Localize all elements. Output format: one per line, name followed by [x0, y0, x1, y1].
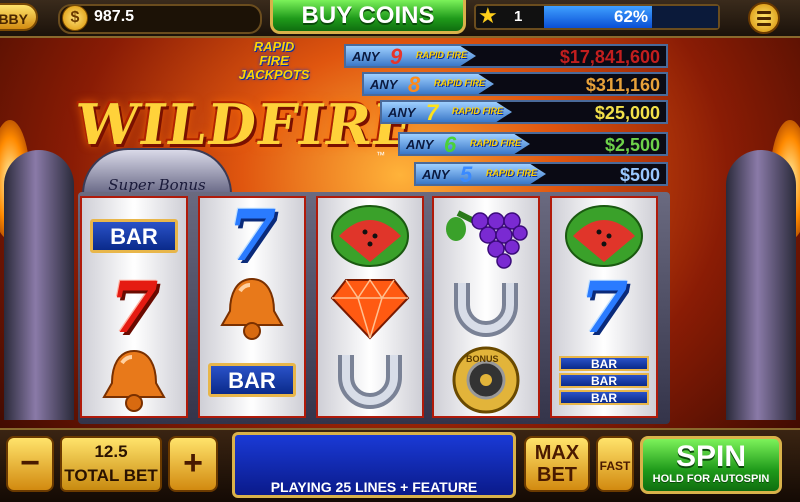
- bar-label: BAR: [559, 355, 649, 371]
- star-icon: ★: [478, 3, 498, 28]
- lines-message: PLAYING 25 LINES + FEATURE: [270, 479, 478, 495]
- lobby-button[interactable]: BBY: [0, 3, 38, 31]
- seven-glyph: 7: [227, 194, 277, 277]
- seven-glyph: 7: [579, 266, 629, 349]
- max-bet-button[interactable]: MAX BET: [524, 436, 590, 492]
- jackpot-amount: $2,500: [604, 135, 660, 155]
- total-bet-value: 12.5: [94, 442, 128, 461]
- jackpot-count: 8: [408, 72, 421, 97]
- max-bet-label-line1: MAX: [534, 442, 580, 464]
- coin-icon: $: [62, 5, 88, 31]
- total-bet-label: TOTAL BET: [64, 466, 158, 485]
- hamburger-icon-line: [757, 11, 771, 14]
- jackpot-tag: ANY 9 RAPID FIRE: [346, 46, 476, 66]
- coin-balance: 987.5: [94, 8, 135, 25]
- jackpot-amount: $17,841,600: [559, 47, 660, 67]
- watermelon-symbol: [552, 200, 656, 272]
- reel: 7 BAR BAR BAR: [550, 196, 658, 418]
- jackpot-count: 6: [444, 132, 457, 157]
- horseshoe-symbol: [318, 344, 422, 416]
- autospin-hint: HOLD FOR AUTOSPIN: [652, 473, 770, 485]
- jackpot-row: ANY 6 RAPID FIRE $2,500: [398, 132, 668, 156]
- bar-label: BAR: [208, 363, 296, 397]
- reel: 7 BAR: [198, 196, 306, 418]
- jackpot-count: 5: [460, 162, 473, 187]
- jackpot-row: ANY 5 RAPID FIRE $500: [414, 162, 668, 186]
- jackpot-rf-label: RAPID FIRE: [452, 106, 504, 116]
- jackpot-any-label: ANY: [352, 49, 380, 64]
- red-seven-symbol: 7: [82, 272, 186, 344]
- bonus-label: BONUS: [466, 354, 499, 364]
- left-pillar-decoration: [4, 150, 74, 420]
- logo-line: FIRE: [259, 53, 289, 68]
- bar-symbol: BAR: [82, 200, 186, 272]
- jackpot-rf-label: RAPID FIRE: [486, 168, 538, 178]
- message-panel: PLAYING 25 LINES + FEATURE: [232, 432, 516, 498]
- reel: BAR 7: [80, 196, 188, 418]
- right-pillar-decoration: [726, 150, 796, 420]
- logo-line: RAPID: [253, 39, 295, 54]
- blue-seven-symbol: 7: [552, 272, 656, 344]
- coin-balance-box: [58, 4, 262, 34]
- jackpot-amount: $25,000: [594, 103, 660, 123]
- jackpot-any-label: ANY: [422, 167, 450, 182]
- jackpot-amount: $311,160: [585, 75, 660, 95]
- jackpot-tag: ANY 6 RAPID FIRE: [400, 134, 530, 154]
- total-bet-box: 12.5 TOTAL BET: [60, 436, 162, 492]
- jackpot-tag: ANY 5 RAPID FIRE: [416, 164, 546, 184]
- diamond-symbol: [318, 272, 422, 344]
- fast-button[interactable]: FAST: [596, 436, 634, 492]
- jackpot-rf-label: RAPID FIRE: [470, 138, 522, 148]
- bar-label: BAR: [559, 389, 649, 405]
- reel: [316, 196, 424, 418]
- bar-label: BAR: [90, 219, 178, 253]
- jackpot-row: ANY 8 RAPID FIRE $311,160: [362, 72, 668, 96]
- spin-button[interactable]: SPIN HOLD FOR AUTOSPIN: [640, 436, 782, 494]
- jackpot-any-label: ANY: [388, 105, 416, 120]
- xp-progress-bar: 62%: [544, 6, 718, 28]
- blue-seven-symbol: 7: [200, 200, 304, 272]
- jackpot-row: ANY 7 RAPID FIRE $25,000: [380, 100, 668, 124]
- jackpot-tag: ANY 7 RAPID FIRE: [382, 102, 512, 122]
- bar-label: BAR: [559, 372, 649, 388]
- bell-symbol: [200, 272, 304, 344]
- jackpot-row: ANY 9 RAPID FIRE $17,841,600: [344, 44, 668, 68]
- jackpot-any-label: ANY: [406, 137, 434, 152]
- xp-percent-label: 62%: [613, 7, 649, 26]
- triple-bar-symbol: BAR BAR BAR: [552, 344, 656, 416]
- player-level: 1: [514, 8, 523, 25]
- spin-label: SPIN: [675, 440, 747, 473]
- bell-symbol: [82, 344, 186, 416]
- reel: BONUS: [432, 196, 540, 418]
- buy-coins-button[interactable]: BUY COINS: [270, 0, 466, 34]
- max-bet-label-line2: BET: [537, 464, 577, 486]
- bonus-wheel-symbol: BONUS: [434, 344, 538, 416]
- jackpot-rf-label: RAPID FIRE: [416, 50, 468, 60]
- jackpot-tag: ANY 8 RAPID FIRE: [364, 74, 494, 94]
- bar-symbol: BAR: [200, 344, 304, 416]
- hamburger-icon-line: [757, 23, 771, 26]
- decrease-bet-button[interactable]: −: [6, 436, 54, 492]
- menu-button[interactable]: [748, 2, 780, 34]
- jackpot-count: 9: [390, 44, 403, 69]
- jackpot-any-label: ANY: [370, 77, 398, 92]
- seven-glyph: 7: [109, 266, 159, 349]
- hamburger-icon-line: [757, 17, 771, 20]
- watermelon-symbol: [318, 200, 422, 272]
- jackpot-count: 7: [426, 100, 439, 125]
- increase-bet-button[interactable]: +: [168, 436, 218, 492]
- trademark-symbol: ™: [376, 150, 385, 160]
- jackpot-rf-label: RAPID FIRE: [434, 78, 486, 88]
- jackpot-amount: $500: [619, 165, 660, 185]
- horseshoe-symbol: [434, 272, 538, 344]
- grapes-symbol: [434, 200, 538, 272]
